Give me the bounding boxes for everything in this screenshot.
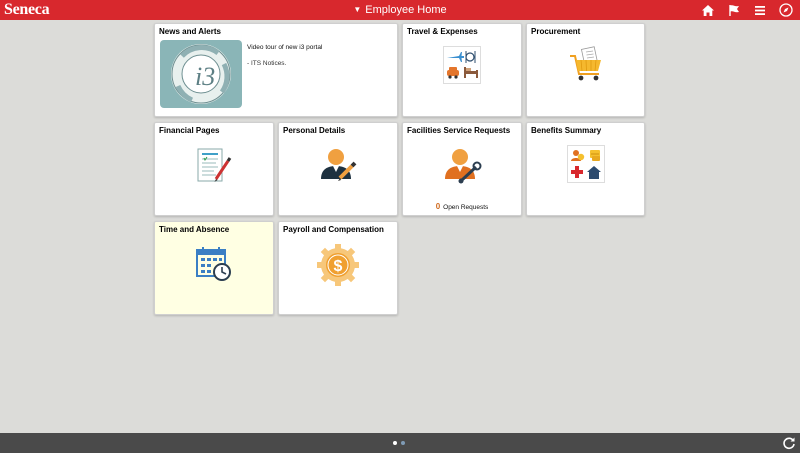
compass-icon[interactable] bbox=[776, 0, 796, 20]
tile-title: Benefits Summary bbox=[531, 126, 602, 135]
page-dot[interactable] bbox=[401, 441, 405, 445]
tile-financial-pages[interactable]: Financial Pages bbox=[154, 122, 274, 216]
news-item-link[interactable]: - ITS Notices. bbox=[247, 60, 286, 67]
tile-title: Payroll and Compensation bbox=[283, 225, 384, 234]
benefits-icon bbox=[566, 145, 605, 183]
menu-icon[interactable] bbox=[750, 0, 770, 20]
calendar-clock-icon bbox=[196, 247, 231, 281]
page-dot-active[interactable] bbox=[393, 441, 397, 445]
tile-procurement[interactable]: Procurement bbox=[526, 23, 645, 117]
shopping-cart-icon bbox=[569, 46, 601, 81]
page-indicator[interactable] bbox=[393, 441, 405, 445]
person-wrench-icon bbox=[445, 149, 482, 184]
image-letter: i3 bbox=[195, 62, 215, 91]
refresh-icon[interactable] bbox=[782, 436, 796, 450]
tile-news-and-alerts[interactable]: News and Alerts i3 Video tour of new i3 … bbox=[154, 23, 398, 117]
tile-payroll-and-compensation[interactable]: Payroll and Compensation $ bbox=[278, 221, 398, 315]
flag-icon[interactable] bbox=[724, 0, 744, 20]
open-requests-number: 0 bbox=[435, 202, 441, 211]
tile-personal-details[interactable]: Personal Details bbox=[278, 122, 398, 216]
tile-facilities-service-requests[interactable]: Facilities Service Requests 0 Open Reques… bbox=[402, 122, 522, 216]
svg-text:$: $ bbox=[334, 258, 343, 275]
caret-down-icon: ▼ bbox=[353, 5, 362, 14]
tile-title: Facilities Service Requests bbox=[407, 126, 511, 135]
bottom-bar bbox=[0, 433, 800, 453]
tile-title: Travel & Expenses bbox=[407, 27, 478, 36]
tile-title: News and Alerts bbox=[159, 27, 221, 36]
top-banner: Seneca ▼ Employee Home bbox=[0, 0, 800, 20]
tile-title: Procurement bbox=[531, 27, 581, 36]
tile-travel-and-expenses[interactable]: Travel & Expenses bbox=[402, 23, 522, 117]
travel-icon bbox=[443, 46, 481, 84]
i3-portal-image[interactable]: i3 bbox=[160, 40, 242, 108]
tile-benefits-summary[interactable]: Benefits Summary bbox=[526, 122, 645, 216]
document-pen-icon bbox=[197, 148, 232, 182]
tile-title: Time and Absence bbox=[159, 225, 230, 234]
home-icon[interactable] bbox=[698, 0, 718, 20]
page-title-dropdown[interactable]: ▼ Employee Home bbox=[0, 4, 800, 16]
tile-title: Financial Pages bbox=[159, 126, 220, 135]
tile-time-and-absence[interactable]: Time and Absence bbox=[154, 221, 274, 315]
page-title[interactable]: Employee Home bbox=[365, 4, 446, 16]
open-requests-label: Open Requests bbox=[443, 204, 489, 211]
open-requests-count[interactable]: 0 Open Requests bbox=[403, 202, 521, 211]
tile-title: Personal Details bbox=[283, 126, 346, 135]
person-edit-icon bbox=[321, 149, 357, 181]
dollar-gear-icon: $ bbox=[317, 244, 359, 286]
news-item-link[interactable]: Video tour of new i3 portal bbox=[247, 44, 322, 51]
